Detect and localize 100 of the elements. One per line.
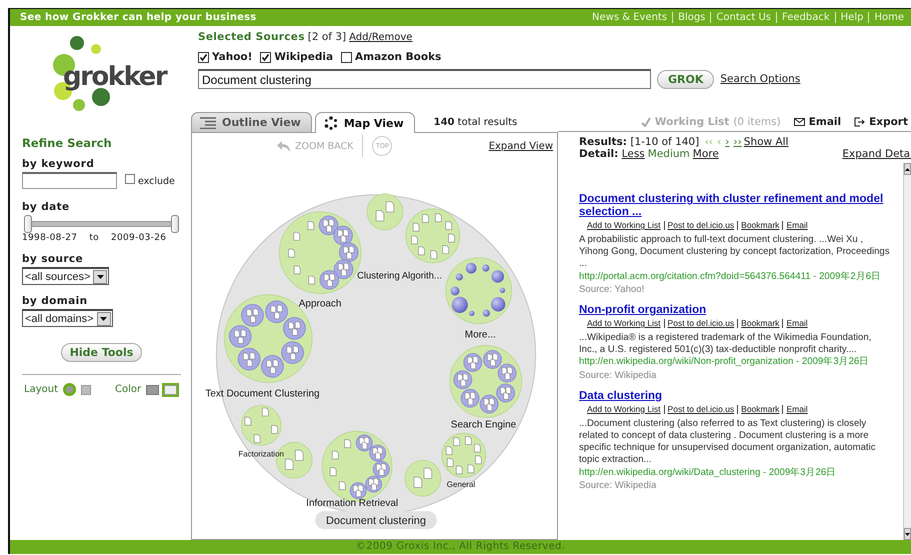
expand-detail-link[interactable]: Expand Detai — [842, 148, 911, 160]
layout-option[interactable] — [63, 383, 76, 396]
detail-level-link[interactable]: Medium — [648, 148, 690, 160]
domain-filter-label: by domain — [22, 295, 88, 307]
result-action-link[interactable]: Email — [782, 404, 811, 414]
result-action-link[interactable]: Email — [782, 221, 811, 230]
result-action-link[interactable]: Post to del.icio.us — [664, 221, 738, 230]
result-snippet: A probabilistic approach to full-text document clustering. ...Wei Xu , Yihong Gong, Document clustering by concept factorization, Proceedings ... — [579, 234, 891, 271]
result-action-link[interactable]: Add to Working List — [587, 319, 664, 328]
checkbox[interactable] — [198, 52, 209, 62]
envelope-icon — [794, 118, 805, 126]
email-button[interactable]: Email — [794, 116, 842, 128]
copyright-text: ©2009 Groxis Inc., All Rights Reserved. — [356, 541, 566, 552]
search-options-link[interactable]: Search Options — [720, 73, 800, 85]
result-url: http://portal.acm.org/citation.cfm?doid=564376.564411 - 2009年2月6日 — [579, 270, 882, 283]
date-label: by date — [22, 201, 71, 213]
dropdown-arrow-icon — [100, 316, 107, 320]
layout-option[interactable] — [81, 384, 91, 394]
results-label: Results: — [579, 136, 627, 148]
cluster-label[interactable]: Factorization — [238, 449, 284, 458]
date-to-label: to — [89, 233, 99, 243]
result-source: Source: Yahoo! — [579, 284, 646, 296]
keyword-field[interactable] — [22, 172, 117, 189]
date-from: 1998-08-27 — [22, 233, 78, 243]
cluster-label[interactable]: General — [446, 480, 476, 490]
date-to: 2009-03-26 — [110, 233, 166, 243]
cluster-bubble[interactable] — [406, 208, 460, 264]
result-action-link[interactable]: Add to Working List — [587, 404, 664, 414]
detail-level-link[interactable]: Less — [622, 148, 645, 160]
exclude-checkbox[interactable] — [125, 174, 135, 184]
refine-title: Refine Search — [22, 136, 113, 150]
slider-thumb[interactable] — [24, 215, 32, 233]
cluster-label[interactable]: Information Retrieval — [306, 498, 398, 510]
result-action-link[interactable]: Bookmark — [737, 221, 782, 230]
detail-level-link[interactable]: More — [692, 148, 719, 160]
export-icon — [854, 116, 866, 126]
result-source: Source: Wikipedia — [579, 370, 658, 382]
breadcrumb-pill[interactable]: Document clustering — [315, 511, 437, 530]
result-url: http://en.wikipedia.org/wiki/Non-profit_organization - 2009年3月26日 — [579, 356, 870, 369]
cluster-bubble[interactable] — [404, 432, 486, 496]
keyword-label: by keyword — [22, 158, 96, 170]
back-arrow-icon — [276, 140, 291, 152]
total-results: 140 total results — [434, 116, 518, 128]
scrollbar[interactable] — [903, 163, 911, 540]
sources-label: Selected Sources — [198, 31, 305, 43]
sources-count: [2 of 3] — [308, 31, 346, 43]
dots-ring-icon — [324, 116, 338, 130]
detail-label: Detail: — [579, 148, 618, 160]
logo: grokker — [43, 35, 183, 111]
result-snippet: ...Document clustering (also referred to as Text clustering) is closely related to concept of data clustering . Document clustering is a more specific technique for unsupervised document organization, automatic topic extraction... — [579, 418, 877, 467]
result-source: Source: Wikipedia — [579, 480, 658, 492]
check-icon — [640, 116, 651, 126]
page-nav-link[interactable]: › — [725, 136, 730, 148]
domain-dropdown[interactable]: <all domains> — [22, 309, 112, 327]
checkbox[interactable] — [260, 52, 272, 62]
dropdown-arrow-icon — [96, 274, 104, 278]
view-tab[interactable]: Outline View — [191, 112, 312, 132]
result-action-link[interactable]: Bookmark — [737, 404, 782, 414]
cluster-bubble[interactable] — [445, 257, 512, 324]
result-action-link[interactable]: Email — [782, 319, 811, 328]
result-title-link[interactable]: Data clustering — [579, 390, 891, 403]
hide-tools-button[interactable]: Hide Tools — [60, 343, 142, 362]
page-nav-link[interactable]: ›› — [733, 136, 742, 148]
source-dropdown[interactable]: <all sources> — [22, 267, 110, 285]
list-icon — [200, 116, 216, 128]
result-action-link[interactable]: Post to del.icio.us — [664, 404, 738, 414]
color-label: Color — [115, 384, 142, 395]
source-label: Wikipedia — [274, 51, 334, 63]
down-arrow-icon — [905, 532, 910, 536]
result-snippet: ...Wikipedia® is a registered trademark of the Wikimedia Foundation, Inc., a U.S. registered 501(c)(3) tax-deductible nonprofit charity.... — [579, 332, 872, 356]
expand-view-link[interactable]: Expand View — [488, 140, 553, 152]
cluster-label[interactable]: More... — [464, 330, 496, 340]
color-option[interactable] — [164, 384, 178, 394]
cluster-bubble[interactable] — [366, 193, 404, 230]
results-range: [1-10 of 140] — [630, 136, 700, 148]
exclude-label: exclude — [138, 176, 175, 187]
export-button[interactable]: Export — [854, 116, 908, 128]
result-url: http://en.wikipedia.org/wiki/Data_clustering - 2009年3月26日 — [579, 466, 838, 479]
result-action-link[interactable]: Add to Working List — [587, 221, 664, 230]
color-option[interactable] — [146, 384, 160, 394]
source-label: Amazon Books — [355, 51, 442, 63]
checkbox[interactable] — [341, 52, 352, 62]
slider-thumb[interactable] — [171, 215, 179, 233]
result-action-link[interactable]: Post to del.icio.us — [664, 319, 738, 328]
cluster-label[interactable]: Clustering Algorith... — [357, 270, 442, 282]
result-title-link[interactable]: Document clustering with cluster refinement and model selection ... — [579, 193, 891, 219]
cluster-label[interactable]: Search Engine — [450, 419, 516, 430]
layout-label: Layout — [24, 384, 58, 395]
cluster-bubble[interactable] — [449, 345, 522, 418]
cluster-bubble[interactable] — [240, 404, 313, 479]
source-label: Yahoo! — [212, 51, 252, 63]
add-remove-link[interactable]: Add/Remove — [349, 32, 412, 43]
result-action-link[interactable]: Bookmark — [737, 319, 782, 328]
grok-button[interactable]: GROK — [657, 70, 714, 88]
cluster-label[interactable]: Approach — [298, 298, 342, 310]
view-tab[interactable]: Map View — [314, 112, 415, 133]
result-title-link[interactable]: Non-profit organization — [579, 304, 891, 318]
search-field[interactable]: Document clustering — [198, 69, 651, 89]
show-all-link[interactable]: Show All — [744, 136, 788, 148]
cluster-label[interactable]: Text Document Clustering — [205, 388, 320, 400]
